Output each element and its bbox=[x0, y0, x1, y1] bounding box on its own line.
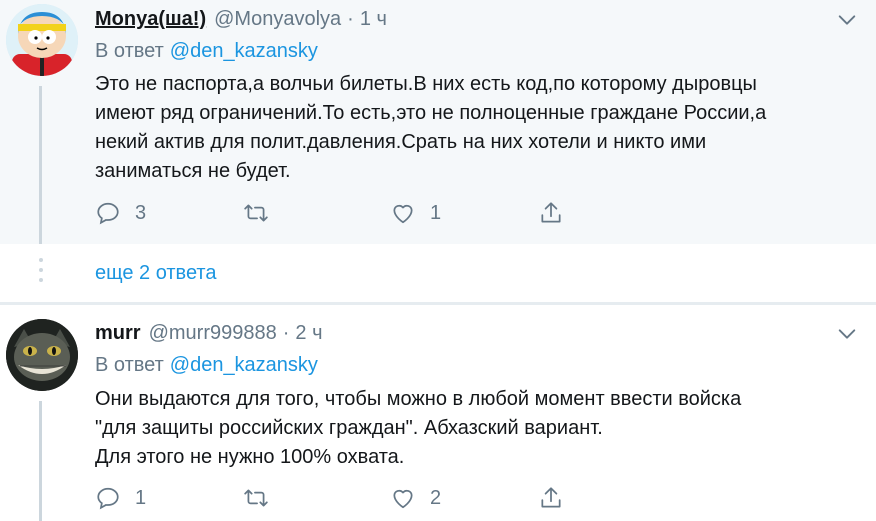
tweet-text-line: Для этого не нужно 100% охвата. bbox=[95, 446, 405, 468]
more-dots-icon bbox=[37, 258, 45, 288]
tweet-text-line: заниматься не будет. bbox=[95, 160, 291, 182]
reply-button[interactable]: 1 bbox=[95, 485, 146, 511]
timestamp[interactable]: 1 ч bbox=[360, 8, 387, 31]
share-button[interactable] bbox=[538, 485, 564, 511]
reply-count: 3 bbox=[135, 201, 147, 224]
author-handle[interactable]: @Monyavolya bbox=[214, 8, 341, 31]
share-button[interactable] bbox=[538, 200, 564, 226]
heart-icon bbox=[393, 204, 413, 224]
tweet-text-line: имеют ряд ограничений.То есть,это не пол… bbox=[95, 102, 767, 124]
chevron-down-icon[interactable] bbox=[836, 323, 858, 345]
retweet-icon bbox=[244, 204, 268, 222]
more-replies-link[interactable]: еще 2 ответа bbox=[95, 262, 216, 285]
author-name[interactable]: murr bbox=[95, 322, 141, 345]
author-name[interactable]: Monya(ша!) bbox=[95, 8, 206, 31]
reply-prefix: В ответ bbox=[95, 354, 164, 376]
tweet-actions: 1 2 bbox=[95, 485, 575, 515]
tweet-text: Это не паспорта,а волчьи билеты.В них ес… bbox=[95, 70, 865, 186]
timestamp[interactable]: 2 ч bbox=[295, 322, 322, 345]
tweet-text: Они выдаются для того, чтобы можно в люб… bbox=[95, 385, 865, 472]
chevron-down-icon[interactable] bbox=[836, 9, 858, 31]
avatar[interactable] bbox=[6, 319, 78, 391]
reply-prefix: В ответ bbox=[95, 40, 164, 62]
thread-line bbox=[39, 86, 42, 244]
reply-context: В ответ @den_kazansky bbox=[95, 354, 318, 377]
reply-icon bbox=[97, 202, 119, 225]
like-button[interactable]: 2 bbox=[390, 485, 441, 511]
reply-mention-link[interactable]: @den_kazansky bbox=[170, 354, 318, 376]
like-count: 2 bbox=[430, 486, 442, 509]
like-button[interactable]: 1 bbox=[390, 200, 441, 226]
thread-line bbox=[39, 401, 42, 521]
tweet-text-line: некий актив для полит.давления.Срать на … bbox=[95, 131, 707, 153]
tweet-text-line: Они выдаются для того, чтобы можно в люб… bbox=[95, 388, 742, 410]
reply-count: 1 bbox=[135, 486, 147, 509]
reply-icon bbox=[97, 487, 119, 510]
retweet-icon bbox=[244, 489, 268, 507]
share-icon bbox=[541, 202, 561, 223]
tweet-actions: 3 1 bbox=[95, 200, 575, 230]
tweet-text-line: Это не паспорта,а волчьи билеты.В них ес… bbox=[95, 73, 757, 95]
retweet-button[interactable] bbox=[243, 485, 283, 511]
tweet-header: Monya(ша!) @Monyavolya · 1 ч bbox=[95, 8, 387, 31]
like-count: 1 bbox=[430, 201, 442, 224]
avatar[interactable] bbox=[6, 4, 78, 76]
reply-mention-link[interactable]: @den_kazansky bbox=[170, 40, 318, 62]
separator-dot: · bbox=[282, 322, 290, 344]
retweet-button[interactable] bbox=[243, 200, 283, 226]
author-handle[interactable]: @murr999888 bbox=[149, 322, 277, 345]
reply-button[interactable]: 3 bbox=[95, 200, 146, 226]
heart-icon bbox=[393, 489, 413, 509]
reply-context: В ответ @den_kazansky bbox=[95, 40, 318, 63]
share-icon bbox=[541, 487, 561, 508]
tweet-header: murr @murr999888 · 2 ч bbox=[95, 322, 323, 345]
more-replies-row[interactable]: еще 2 ответа bbox=[0, 244, 876, 302]
tweet-text-line: "для защиты российских граждан". Абхазск… bbox=[95, 417, 603, 439]
separator-dot: · bbox=[347, 8, 354, 30]
